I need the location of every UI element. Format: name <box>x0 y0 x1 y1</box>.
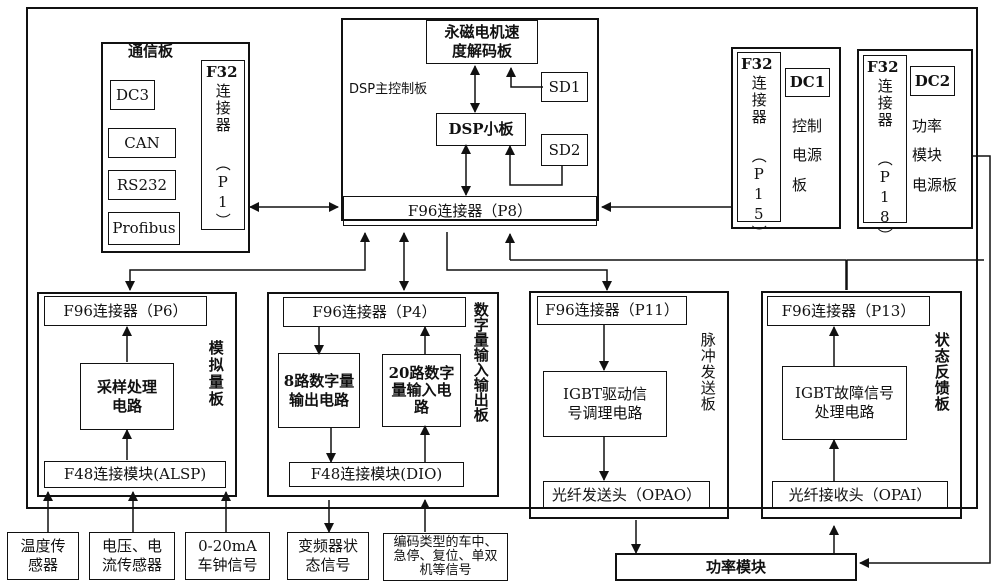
igbt-drive-circuit: IGBT驱动信 号调理电路 <box>543 371 667 437</box>
p8-to-pulse-arrow <box>446 232 612 291</box>
encoder-signals: 编码类型的车中、 急停、复位、单双 机等信号 <box>383 533 508 581</box>
vfd-status-signal: 变频器状 态信号 <box>287 532 369 580</box>
feedback-to-p8-arrow <box>846 259 984 290</box>
feedback-board-title: 状态反馈板 <box>932 332 951 412</box>
p1-connector: F32 连接器 （P1） <box>201 60 245 230</box>
comm-board-title: 通信板 <box>128 42 174 60</box>
digital-output-circuit: 8路数字量 输出电路 <box>278 353 360 428</box>
pulse-board-title: 脉冲发送板 <box>698 332 717 412</box>
system-block-diagram: 通信板 DC3 CAN RS232 Profibus F32 连接器 （P1） … <box>0 0 1000 588</box>
telegraph-signal-input: 0-20mA 车钟信号 <box>185 532 270 580</box>
profibus-box: Profibus <box>108 212 180 245</box>
decoder-board: 永磁电机速 度解码板 <box>426 20 538 64</box>
dio-module: F48连接模块(DIO) <box>289 462 464 487</box>
p13-connector: F96连接器（P13） <box>767 296 930 326</box>
sd2-box: SD2 <box>541 134 588 166</box>
alsp-module: F48连接模块(ALSP) <box>44 461 226 488</box>
power-module: 功率模块 <box>615 553 857 581</box>
digital-io-board-title: 数字量输入输出板 <box>471 302 490 422</box>
dsp-small-board: DSP小板 <box>436 113 526 146</box>
dc2-box: DC2 <box>910 66 955 96</box>
p4-connector: F96连接器（P4） <box>283 297 466 327</box>
dsp-board-title: DSP主控制板 <box>349 82 428 97</box>
digital-input-circuit: 20路数字 量输入电 路 <box>382 354 461 427</box>
temperature-sensor: 温度传 感器 <box>7 532 79 580</box>
p11-connector: F96连接器（P11） <box>537 296 687 325</box>
voltage-current-sensor: 电压、电 流传感器 <box>89 532 175 580</box>
p8-connector: F96连接器（P8） <box>343 196 597 226</box>
p15-connector: F32 连接器 （P15） <box>737 52 781 242</box>
control-power-label: 控制 电源 板 <box>792 117 823 194</box>
power-module-power-label: 功率 模块 电源板 <box>912 117 958 194</box>
rs232-box: RS232 <box>108 170 176 200</box>
opao-transmitter: 光纤发送头（OPAO） <box>543 481 710 509</box>
analog-board-title: 模拟量板 <box>206 340 225 408</box>
dc1-box: DC1 <box>785 68 830 97</box>
can-box: CAN <box>108 128 176 158</box>
sd1-box: SD1 <box>541 72 588 102</box>
p18-connector: F32 连接器 （P18） <box>863 55 907 245</box>
igbt-fault-circuit: IGBT故障信号 处理电路 <box>782 366 907 440</box>
dc3-box: DC3 <box>110 80 155 110</box>
opai-receiver: 光纤接收头（OPAI） <box>772 481 948 509</box>
p6-connector: F96连接器（P6） <box>44 296 207 326</box>
sampling-circuit: 采样处理 电路 <box>80 363 174 430</box>
